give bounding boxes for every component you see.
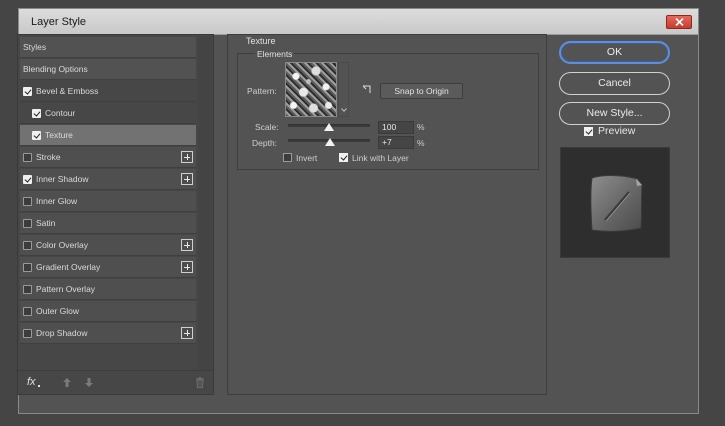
preview-thumbnail [560,147,670,258]
chevron-down-icon [341,108,347,112]
scale-unit: % [417,122,425,132]
depth-unit: % [417,138,425,148]
texture-group-title: Texture [246,36,276,46]
fx-icon[interactable]: fx [27,376,36,388]
style-item-label: Blending Options [23,64,88,74]
style-item-bevel-emboss[interactable]: Bevel & Emboss [20,81,196,102]
depth-slider-thumb[interactable] [324,138,335,146]
style-item-label: Stroke [36,152,61,162]
add-effect-button[interactable] [181,151,193,163]
style-checkbox[interactable] [23,87,32,96]
style-item-stroke[interactable]: Stroke [20,147,196,168]
style-item-gradient-overlay[interactable]: Gradient Overlay [20,257,196,278]
depth-label: Depth: [252,138,278,148]
add-effect-button[interactable] [181,261,193,273]
style-checkbox[interactable] [23,219,32,228]
style-item-outer-glow[interactable]: Outer Glow [20,301,196,322]
close-button[interactable] [666,15,692,29]
snap-origin-icon[interactable] [362,85,371,94]
style-item-label: Pattern Overlay [36,284,96,294]
pattern-picker-dropdown[interactable] [338,62,349,117]
scale-input[interactable]: 100 [378,121,414,134]
snap-to-origin-button[interactable]: Snap to Origin [380,83,463,99]
style-checkbox[interactable] [23,285,32,294]
style-item-inner-shadow[interactable]: Inner Shadow [20,169,196,190]
style-item-contour[interactable]: Contour [20,103,196,124]
link-with-layer-checkbox[interactable] [339,153,348,162]
style-item-inner-glow[interactable]: Inner Glow [20,191,196,212]
link-with-layer-label: Link with Layer [352,153,409,163]
style-item-pattern-overlay[interactable]: Pattern Overlay [20,279,196,300]
style-checkbox[interactable] [32,131,41,140]
add-effect-button[interactable] [181,173,193,185]
style-item-label: Outer Glow [36,306,79,316]
style-item-satin[interactable]: Satin [20,213,196,234]
depth-input[interactable]: +7 [378,136,414,149]
invert-checkbox[interactable] [283,153,292,162]
pattern-swatch[interactable] [285,62,337,117]
title-bar[interactable]: Layer Style [19,9,698,35]
style-item-blending-options[interactable]: Blending Options [20,59,196,80]
style-item-label: Drop Shadow [36,328,88,338]
dialog-title: Layer Style [31,16,87,28]
style-item-label: Bevel & Emboss [36,86,99,96]
style-item-label: Inner Shadow [36,174,89,184]
style-item-label: Satin [36,218,56,228]
style-checkbox[interactable] [23,263,32,272]
style-checkbox[interactable] [23,307,32,316]
style-item-label: Gradient Overlay [36,262,101,272]
arrow-down-icon[interactable] [84,377,94,388]
preview-label: Preview [598,125,636,137]
new-style-button[interactable]: New Style... [559,102,670,125]
style-checkbox[interactable] [23,329,32,338]
preview-checkbox[interactable] [584,127,593,136]
fx-menu-dot [38,385,40,387]
style-item-label: Color Overlay [36,240,88,250]
style-item-label: Inner Glow [36,196,78,206]
elements-group: Elements Pattern: Snap to Origin Scale: … [237,49,539,170]
style-checkbox[interactable] [32,109,41,118]
style-item-label: Texture [45,130,73,140]
style-item-styles[interactable]: Styles [20,37,196,58]
style-item-label: Contour [45,108,76,118]
style-item-texture[interactable]: Texture [20,125,196,146]
arrow-up-icon[interactable] [62,377,72,388]
texture-options-panel: Texture Elements Pattern: Snap to Origin… [227,34,547,395]
style-checkbox[interactable] [23,197,32,206]
ok-button[interactable]: OK [559,41,670,64]
styles-scrollbar[interactable] [198,37,212,370]
style-checkbox[interactable] [23,241,32,250]
styles-toolbar: fx [18,370,213,394]
style-checkbox[interactable] [23,153,32,162]
style-item-color-overlay[interactable]: Color Overlay [20,235,196,256]
scale-label: Scale: [255,122,279,132]
pattern-label: Pattern: [247,86,277,96]
preview-shape [590,175,643,232]
scale-slider-thumb[interactable] [324,123,334,131]
style-checkbox[interactable] [23,175,32,184]
trash-icon[interactable] [195,377,205,388]
add-effect-button[interactable] [181,239,193,251]
style-item-label: Styles [23,42,47,52]
style-item-drop-shadow[interactable]: Drop Shadow [20,323,196,344]
cancel-button[interactable]: Cancel [559,72,670,95]
close-icon [674,18,684,26]
add-effect-button[interactable] [181,327,193,339]
invert-label: Invert [296,153,318,163]
elements-title: Elements [255,49,295,59]
styles-list-panel: Styles Blending Options Bevel & Emboss Cont… [17,34,214,395]
